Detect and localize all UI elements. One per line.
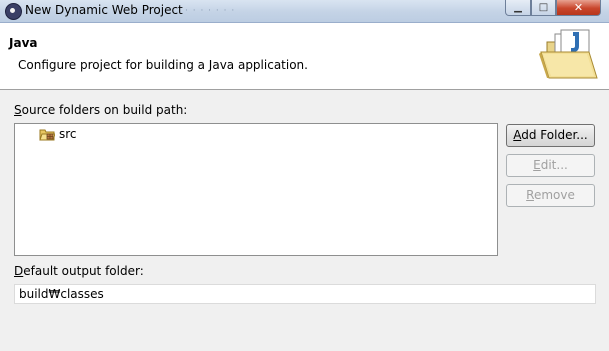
dialog-bottom-area	[0, 342, 609, 351]
source-package-icon	[39, 129, 55, 141]
tree-item-label: src	[59, 127, 77, 141]
window-title: New Dynamic Web Project	[25, 3, 183, 17]
open-folder-icon	[539, 29, 598, 79]
add-folder-button[interactable]: Add Folder...	[506, 124, 595, 147]
eclipse-app-icon	[5, 3, 22, 20]
background-window-ghost: · · · · · · ·	[185, 6, 236, 16]
page-title: Java	[9, 36, 38, 50]
minimize-button[interactable]: ▁	[505, 0, 531, 16]
edit-button[interactable]: Edit...	[506, 154, 595, 177]
default-output-folder-field[interactable]: build₩classes	[14, 284, 596, 304]
default-output-folder-label: Default output folder:	[14, 264, 144, 278]
source-folders-tree[interactable]: src	[14, 123, 498, 256]
page-description: Configure project for building a Java ap…	[18, 58, 308, 72]
source-folders-label: Source folders on build path:	[14, 103, 188, 117]
wizard-header: Java Configure project for building a Ja…	[0, 23, 609, 90]
title-bar[interactable]: New Dynamic Web Project · · · · · · · ▁ …	[0, 0, 609, 23]
close-button[interactable]: ✕	[556, 0, 601, 16]
remove-button[interactable]: Remove	[506, 184, 595, 207]
maximize-button[interactable]: □	[531, 0, 556, 16]
